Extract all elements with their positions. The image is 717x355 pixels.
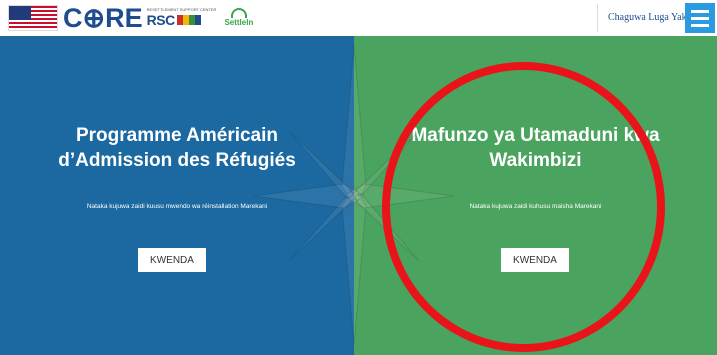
kwenda-button-right[interactable]: KWENDA xyxy=(501,248,569,272)
cultural-orientation-panel[interactable]: Mafunzo ya Utamaduni kwa Wakimbizi Natak… xyxy=(354,36,717,355)
panel-subtitle: Nataka kujuwa zaidi kuusu mwendo wa réin… xyxy=(86,203,268,210)
refugee-admissions-panel[interactable]: Programme Américain d’Admission des Réfu… xyxy=(0,36,354,355)
panel-title-line-1: Mafunzo ya Utamaduni kwa xyxy=(411,125,660,146)
header-divider xyxy=(597,4,598,32)
panel-title: Programme Américain d’Admission des Réfu… xyxy=(0,123,354,173)
kwenda-button-left[interactable]: KWENDA xyxy=(138,248,206,272)
rsc-logo: RESETTLEMENT SUPPORT CENTER RSC xyxy=(147,7,217,30)
panel-subtitle: Nataka kujuwa zaidi kuhusu maisha Mareka… xyxy=(469,203,602,210)
settle-in-icon xyxy=(230,8,247,18)
core-logo-text: C⊕RE xyxy=(63,3,143,33)
panel-title-line-2: d’Admission des Réfugiés xyxy=(58,150,296,171)
rsc-color-bar xyxy=(176,15,201,26)
language-selector-link[interactable]: Chaguwa Luga Yako xyxy=(608,12,692,23)
menu-button[interactable] xyxy=(685,3,715,33)
settle-in-logo: Settleln xyxy=(224,8,253,28)
hamburger-icon xyxy=(691,9,709,13)
panel-title-line-1: Programme Américain xyxy=(75,125,279,146)
panel-title-line-2: Wakimbizi xyxy=(489,150,582,171)
core-rsc-logo[interactable]: C⊕RE RESETTLEMENT SUPPORT CENTER RSC Set… xyxy=(8,3,253,33)
settle-in-text: Settleln xyxy=(224,18,254,27)
rsc-logo-text: RSC xyxy=(146,11,176,28)
panel-title: Mafunzo ya Utamaduni kwa Wakimbizi xyxy=(354,123,717,173)
us-flag-icon xyxy=(8,5,58,31)
site-header: C⊕RE RESETTLEMENT SUPPORT CENTER RSC Set… xyxy=(0,0,717,36)
